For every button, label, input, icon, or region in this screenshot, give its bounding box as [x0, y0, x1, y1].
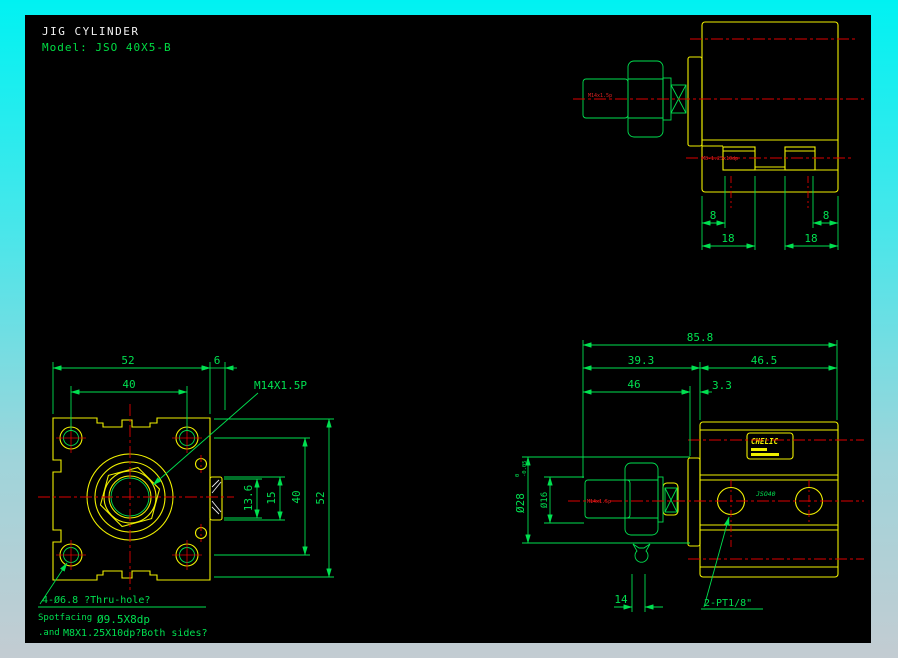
note-spotfacing: Spotfacing [38, 613, 92, 623]
dim-dia-16: Ø16 [539, 492, 550, 508]
note-thru-holes: 4-Ø6.8 ?Thru-hole? [42, 594, 150, 606]
port-callout: 2-PT1/8" [704, 598, 752, 609]
dim-52-right: 52 [314, 491, 327, 504]
dim-13-6: 13.6 [242, 485, 255, 512]
sticker-fineprint-bar [751, 453, 779, 456]
drawing-canvas [25, 15, 871, 643]
dim-18-left: 18 [721, 232, 734, 245]
dim-40-right: 40 [290, 490, 303, 503]
dim-46-5: 46.5 [751, 354, 778, 367]
dim-15: 15 [265, 491, 278, 504]
rod-thread-label-top: M14x1.5p [588, 93, 612, 99]
brand-sticker-label: CHELIC [751, 437, 779, 446]
rod-thread-label-right: M14x1.5p [587, 499, 611, 505]
dim-18-right: 18 [804, 232, 817, 245]
dim-3-3: 3.3 [712, 379, 732, 392]
dim-46: 46 [627, 378, 640, 391]
dim-dia-28: Ø28 [514, 493, 527, 513]
dim-6: 6 [214, 354, 221, 367]
model-label: Model: JSO 40X5-B [42, 41, 172, 54]
dim-39-3: 39.3 [628, 354, 655, 367]
body-engraving: JSO40 [755, 490, 776, 498]
dim-8-left: 8 [710, 209, 717, 222]
dim-14: 14 [614, 593, 628, 606]
note-spotfacing-size: Ø9.5X8dp [97, 613, 150, 626]
dim-40-top: 40 [122, 378, 135, 391]
dia-28-tol-upper: 0 [515, 474, 521, 477]
note-and: .and [38, 628, 60, 638]
drawing-title: JIG CYLINDER [42, 25, 139, 38]
cad-drawing: JIG CYLINDER Model: JSO 40X5-B [0, 0, 898, 658]
thread-callout: M14X1.5P [254, 379, 307, 392]
dim-8-right: 8 [823, 209, 830, 222]
dim-52-top: 52 [121, 354, 134, 367]
note-thread-size: M8X1.25X10dp?Both sides? [63, 628, 208, 639]
sticker-fineprint-bar [751, 448, 767, 451]
dia-28-tol-lower: -0.05 [522, 460, 528, 477]
slot-thread-label: M8-1.25x10dp [702, 156, 738, 162]
cad-viewport[interactable]: JIG CYLINDER Model: JSO 40X5-B [0, 0, 898, 658]
dim-85-8: 85.8 [687, 331, 714, 344]
